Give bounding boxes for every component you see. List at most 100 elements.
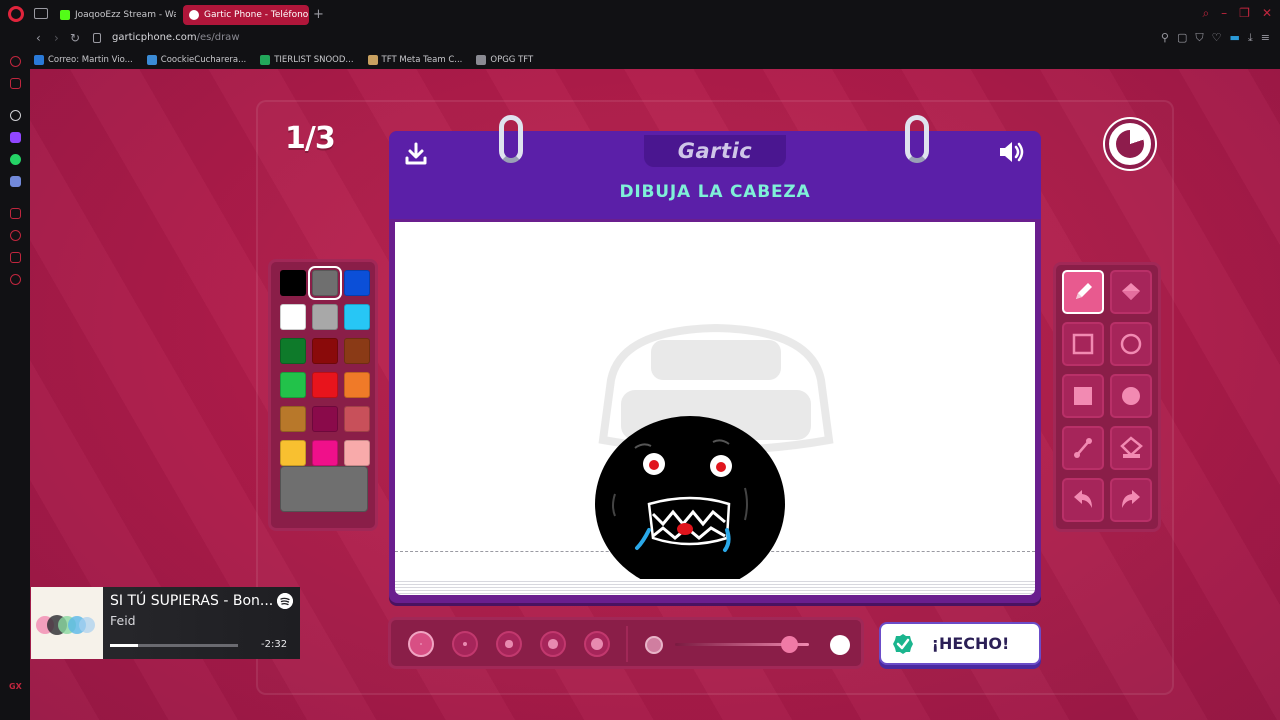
- bookmark-tierlist[interactable]: TIERLIST SNOOD...: [260, 54, 354, 65]
- color-swatch[interactable]: [280, 406, 306, 432]
- color-swatch[interactable]: [312, 406, 338, 432]
- minimize-button[interactable]: –: [1221, 6, 1227, 21]
- outline-rectangle-tool[interactable]: [1062, 322, 1104, 366]
- bookmarks-icon[interactable]: [10, 208, 21, 219]
- extension-icon[interactable]: ▬: [1230, 31, 1240, 45]
- outlook-icon: [34, 54, 44, 65]
- sheets-icon: [260, 54, 271, 65]
- brush-size-option[interactable]: [452, 631, 478, 657]
- heart-icon[interactable]: ♡: [1212, 31, 1222, 45]
- album-cover-image: [36, 615, 95, 635]
- brush-size-option[interactable]: [540, 631, 566, 657]
- notebook-header: Gartic DIBUJA LA CABEZA: [389, 115, 1041, 219]
- opacity-slider-thumb[interactable]: [780, 636, 798, 653]
- outline-rectangle-icon: [1072, 333, 1094, 355]
- color-swatch[interactable]: [312, 440, 338, 466]
- player-drawing: [595, 416, 785, 579]
- whatsapp-icon[interactable]: [10, 154, 21, 165]
- drawing-canvas[interactable]: [395, 222, 1035, 579]
- color-swatch[interactable]: [280, 372, 306, 398]
- brush-size-option[interactable]: [408, 631, 434, 657]
- crypto-wallet-icon[interactable]: [10, 78, 21, 89]
- line-tool[interactable]: [1062, 426, 1104, 470]
- shield-icon[interactable]: ⛉: [1195, 31, 1203, 45]
- filled-ellipse-icon: [1122, 387, 1140, 405]
- tab-switcher-icon[interactable]: [34, 8, 48, 19]
- timer-fill: [1116, 130, 1144, 158]
- bookmark-label: TIERLIST SNOOD...: [274, 54, 354, 65]
- color-swatch[interactable]: [344, 304, 370, 330]
- url-path: /es/draw: [196, 32, 240, 43]
- maximize-button[interactable]: ❐: [1239, 6, 1250, 21]
- reload-button[interactable]: ↻: [70, 31, 80, 45]
- history-icon[interactable]: [10, 230, 21, 241]
- fill-all-icon: [1120, 436, 1143, 458]
- tab-joaqooezz-stream[interactable]: JoaqooEzz Stream - Watc: [54, 5, 176, 25]
- tab-label: JoaqooEzz Stream - Watc: [75, 10, 176, 20]
- color-swatch[interactable]: [344, 406, 370, 432]
- download-drawing-icon[interactable]: [403, 141, 429, 167]
- bookmark-correo[interactable]: Correo: Martin Vio...: [34, 54, 133, 65]
- done-button[interactable]: ¡HECHO!: [879, 622, 1041, 665]
- color-swatch[interactable]: [312, 372, 338, 398]
- color-swatch[interactable]: [344, 338, 370, 364]
- bookmark-coockiecucharera[interactable]: CoockieCucharera...: [146, 54, 246, 65]
- forward-button[interactable]: ›: [54, 31, 59, 45]
- color-swatch[interactable]: [280, 440, 306, 466]
- discord-icon[interactable]: [10, 176, 21, 187]
- opera-menu-icon[interactable]: [8, 6, 24, 22]
- color-swatch[interactable]: [308, 266, 342, 300]
- settings-icon[interactable]: [10, 274, 21, 285]
- search-icon[interactable]: ⌕: [1202, 6, 1209, 21]
- outline-ellipse-tool[interactable]: [1110, 322, 1152, 366]
- bookmarks-bar: Correo: Martin Vio... CoockieCucharera..…: [30, 50, 1280, 69]
- opacity-min-icon: [645, 636, 663, 654]
- outline-ellipse-icon: [1120, 333, 1142, 355]
- tab-gartic-phone[interactable]: Gartic Phone - Teléfono D: [183, 5, 309, 25]
- brush-size-dot: [548, 639, 558, 649]
- bookmark-l-icon: [146, 54, 157, 65]
- undo-button[interactable]: [1062, 478, 1104, 522]
- round-counter: 1/3: [285, 121, 336, 156]
- filled-rectangle-tool[interactable]: [1062, 374, 1104, 418]
- sound-icon[interactable]: [997, 139, 1027, 165]
- url-field[interactable]: garticphone.com/es/draw: [112, 32, 240, 43]
- pencil-tool[interactable]: [1062, 270, 1104, 314]
- menu-icon[interactable]: ≡: [1261, 31, 1270, 45]
- color-swatch[interactable]: [344, 270, 370, 296]
- color-swatch[interactable]: [280, 270, 306, 296]
- extensions-icon[interactable]: [10, 252, 21, 263]
- done-button-label: ¡HECHO!: [931, 634, 1010, 653]
- pin-icon[interactable]: ⚲: [1161, 31, 1169, 45]
- brush-size-option[interactable]: [584, 631, 610, 657]
- aria-icon[interactable]: [10, 56, 21, 67]
- filled-rectangle-icon: [1074, 387, 1092, 405]
- spotify-now-playing: SI TÚ SUPIERAS - Bon... Feid -2:32: [31, 587, 300, 659]
- brush-size-dot: [505, 640, 513, 648]
- color-swatch[interactable]: [280, 304, 306, 330]
- fill-all-tool[interactable]: [1110, 426, 1152, 470]
- track-progress-bar: [110, 644, 238, 647]
- fill-bucket-tool[interactable]: [1110, 270, 1152, 314]
- brush-size-option[interactable]: [496, 631, 522, 657]
- new-tab-button[interactable]: +: [313, 7, 324, 22]
- color-swatch[interactable]: [344, 440, 370, 466]
- chatgpt-icon[interactable]: [10, 110, 21, 121]
- bookmark-opgg-tft[interactable]: OPGG TFT: [476, 54, 533, 65]
- color-swatch[interactable]: [280, 338, 306, 364]
- redo-button[interactable]: [1110, 478, 1152, 522]
- close-button[interactable]: ✕: [1262, 6, 1272, 21]
- bookmark-label: TFT Meta Team C...: [381, 54, 463, 65]
- snapshot-icon[interactable]: ▢: [1177, 31, 1187, 45]
- fill-bucket-icon: [1122, 283, 1140, 300]
- current-color-preview: [280, 466, 368, 512]
- color-swatch[interactable]: [312, 304, 338, 330]
- bookmark-label: Correo: Martin Vio...: [48, 54, 133, 65]
- bookmark-tft-meta[interactable]: TFT Meta Team C...: [367, 54, 463, 65]
- twitch-icon[interactable]: [10, 132, 21, 143]
- back-button[interactable]: ‹: [36, 31, 41, 45]
- color-swatch[interactable]: [344, 372, 370, 398]
- color-swatch[interactable]: [312, 338, 338, 364]
- filled-ellipse-tool[interactable]: [1110, 374, 1152, 418]
- download-icon[interactable]: ⤓: [1248, 31, 1253, 45]
